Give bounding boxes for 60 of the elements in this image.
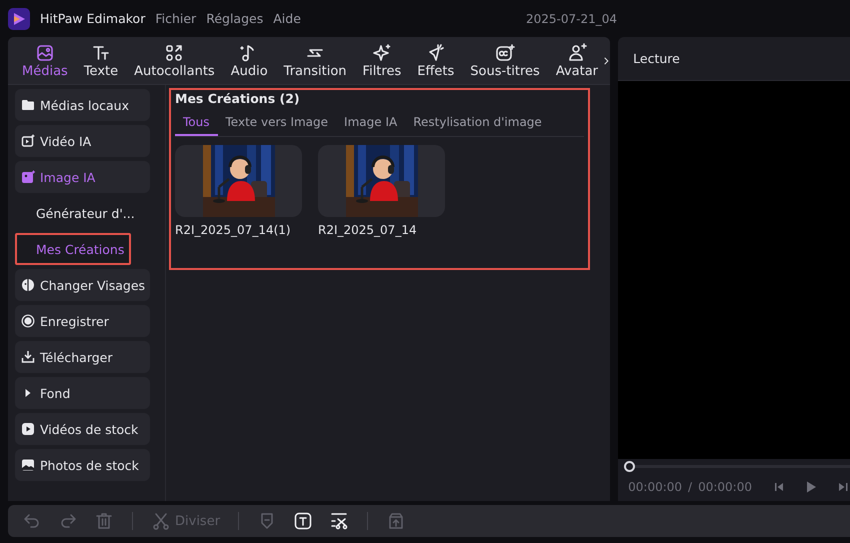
file-name: R2I_2025_07_14 [318, 223, 418, 237]
subtitle-icon [495, 42, 516, 62]
face-icon [21, 278, 35, 292]
app-logo [8, 8, 30, 30]
menu-item[interactable]: Réglages [206, 11, 264, 26]
filter-tab[interactable]: Image IA [336, 112, 406, 136]
sidebar-item[interactable]: Télécharger [15, 341, 150, 373]
sticker-icon [164, 42, 184, 62]
media-tab[interactable]: Audio [222, 37, 276, 84]
media-tab[interactable]: Texte [76, 37, 126, 84]
sidebar-item[interactable]: Enregistrer [15, 305, 150, 337]
video-icon [21, 422, 35, 436]
thumbnail-card[interactable] [175, 145, 302, 217]
app-name: HitPaw Edimakor [40, 11, 146, 26]
thumbnail-card[interactable] [318, 145, 445, 217]
current-time: 00:00:00 [628, 480, 682, 494]
media-tab[interactable]: Filtres [354, 37, 410, 84]
filter-tab[interactable]: Texte vers Image [218, 112, 336, 136]
download-icon [21, 350, 35, 364]
panel-title: Lecture [633, 51, 680, 66]
trim-icon [329, 511, 350, 531]
sidebar-item[interactable]: Médias locaux [15, 89, 150, 121]
media-tab[interactable]: Avatar [548, 37, 606, 84]
media-tab[interactable]: Effets [409, 37, 462, 84]
sidebar-item[interactable]: Vidéo IA [15, 125, 150, 157]
filter-icon [372, 42, 392, 62]
sidebar-item[interactable]: Photos de stock [15, 449, 150, 481]
folder-icon [21, 98, 35, 112]
previous-frame-icon[interactable] [772, 480, 786, 494]
time-separator: / [688, 480, 692, 494]
media-tab[interactable]: Autocollants [126, 37, 223, 84]
aiimage-icon [21, 170, 35, 184]
aivideo-icon [21, 134, 35, 148]
media-tab[interactable]: Transition [276, 37, 355, 84]
sidebar-item[interactable]: Fond [15, 377, 150, 409]
sidebar-item[interactable]: Changer Visages [15, 269, 150, 301]
media-icon [34, 42, 55, 62]
file-name: R2I_2025_07_14(1) [175, 223, 292, 237]
media-tab[interactable]: Médias [14, 37, 76, 84]
playhead-handle[interactable] [624, 460, 636, 472]
sidebar-item[interactable]: Vidéos de stock [15, 413, 150, 445]
menu-item[interactable]: Fichier [155, 11, 196, 26]
menu-item[interactable]: Aide [273, 11, 301, 26]
filter-tab[interactable]: Tous [175, 112, 218, 136]
project-name: 2025-07-21_04 [526, 12, 617, 26]
scissors-icon [151, 511, 171, 531]
next-frame-icon[interactable] [836, 480, 850, 494]
sidebar-item[interactable]: Image IA [15, 161, 150, 193]
record-icon [21, 314, 35, 328]
avatar-icon [566, 42, 587, 62]
media-tab[interactable]: Sous-titres [462, 37, 548, 84]
play-icon[interactable] [804, 480, 818, 494]
photo-icon [21, 458, 35, 472]
text-box-icon [293, 511, 314, 531]
trash-icon [94, 511, 114, 531]
total-time: 00:00:00 [698, 480, 752, 494]
sidebar-subitem[interactable]: Mes Créations [15, 233, 131, 265]
section-title: Mes Créations (2) [175, 91, 301, 106]
sidebar-subitem[interactable]: Générateur d'... [15, 197, 131, 229]
filter-tab[interactable]: Restylisation d'image [405, 112, 550, 136]
